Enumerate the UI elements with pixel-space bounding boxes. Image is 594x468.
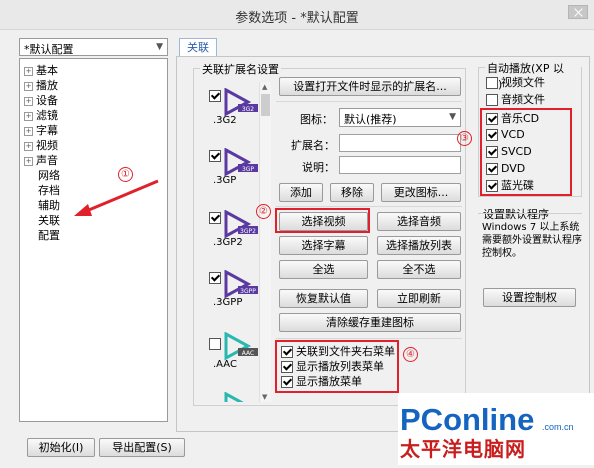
svg-text:3GP2: 3GP2 — [240, 228, 256, 235]
scroll-thumb[interactable] — [261, 94, 270, 116]
media-file-icon — [224, 392, 244, 402]
refresh-now-button[interactable]: 立即刷新 — [377, 289, 461, 308]
chevron-down-icon: ▼ — [156, 42, 163, 52]
default-program-label: 设置默认程序 — [483, 208, 549, 221]
tree-item-audio[interactable]: + 声音 — [24, 153, 58, 168]
divider — [276, 338, 462, 339]
add-button[interactable]: 添加 — [279, 183, 323, 202]
expand-icon[interactable]: + — [24, 66, 33, 76]
expand-icon[interactable]: + — [24, 126, 33, 136]
tree-item-filter[interactable]: + 滤镜 — [24, 108, 58, 123]
close-button[interactable] — [568, 5, 588, 19]
tree-item-archive[interactable]: 存档 — [38, 183, 60, 198]
icon-select-value: 默认(推荐) — [344, 113, 397, 126]
svg-text:PConline: PConline — [400, 402, 534, 437]
autoplay-audio-files[interactable]: 音频文件 — [486, 93, 545, 107]
divider — [276, 206, 462, 207]
export-config-button[interactable]: 导出配置(S) — [99, 438, 185, 457]
profile-select-value: *默认配置 — [24, 43, 74, 56]
extension-name: .3GP2 — [213, 237, 243, 248]
restore-default-button[interactable]: 恢复默认值 — [279, 289, 368, 308]
tree-item-device[interactable]: + 设备 — [24, 93, 58, 108]
expand-icon[interactable]: + — [24, 81, 33, 91]
initialize-button[interactable]: 初始化(I) — [27, 438, 95, 457]
set-control-button[interactable]: 设置控制权 — [483, 288, 576, 307]
highlight-box-2 — [275, 208, 370, 233]
tree-item-basic[interactable]: + 基本 — [24, 63, 58, 78]
expand-icon[interactable]: + — [24, 96, 33, 106]
svg-text:.com.cn: .com.cn — [542, 422, 574, 432]
svg-text:AAC: AAC — [242, 350, 254, 357]
tree-item-subtitle[interactable]: + 字幕 — [24, 123, 58, 138]
window-title: 参数选项 - *默认配置 — [235, 11, 359, 26]
chevron-down-icon: ▼ — [449, 112, 456, 122]
desc-label: 说明： — [302, 161, 335, 174]
ext-input[interactable] — [339, 134, 461, 152]
autoplay-checkbox[interactable] — [486, 77, 498, 89]
expand-icon[interactable]: + — [24, 141, 33, 151]
change-icon-button[interactable]: 更改图标... — [381, 183, 461, 202]
tree-item-association[interactable]: 关联 — [38, 213, 60, 228]
expand-icon[interactable]: + — [24, 156, 33, 166]
annotation-2: ② — [256, 204, 271, 219]
pconline-logo: PConline .com.cn 太平洋电脑网 — [400, 402, 574, 461]
divider — [478, 213, 582, 214]
icon-select[interactable]: 默认(推荐) ▼ — [339, 108, 461, 127]
select-none-button[interactable]: 全不选 — [377, 260, 461, 279]
annotation-arrow — [74, 179, 159, 216]
select-playlist-button[interactable]: 选择播放列表 — [377, 236, 461, 255]
tree-item-playback[interactable]: + 播放 — [24, 78, 58, 93]
highlight-box-4 — [275, 340, 399, 393]
svg-text:3G2: 3G2 — [242, 106, 254, 113]
tab-association[interactable]: 关联 — [179, 38, 217, 56]
select-audio-button[interactable]: 选择音频 — [377, 212, 461, 231]
extension-name: .3GPP — [213, 297, 243, 308]
annotation-4: ④ — [403, 347, 418, 362]
extension-name: .AAC — [213, 359, 237, 370]
scroll-up-icon[interactable]: ▲ — [262, 83, 267, 91]
desc-input[interactable] — [339, 156, 461, 174]
category-tree[interactable]: + 基本 + 播放 + 设备 + 滤镜 + 字幕 + 视频 + 声音 网络 存档 辅助 关联 … — [19, 58, 168, 422]
annotation-3: ③ — [457, 131, 472, 146]
select-subtitle-button[interactable]: 选择字幕 — [279, 236, 368, 255]
clear-icon-cache-button[interactable]: 清除缓存重建图标 — [279, 313, 461, 332]
tree-item-assist[interactable]: 辅助 — [38, 198, 60, 213]
highlight-box-3 — [480, 108, 572, 196]
svg-text:太平洋电脑网: 太平洋电脑网 — [400, 437, 526, 461]
autoplay-checkbox[interactable] — [486, 94, 498, 106]
autoplay-video-files[interactable]: 视频文件 — [486, 76, 545, 90]
tree-item-video[interactable]: + 视频 — [24, 138, 58, 153]
extension-name: .3G2 — [213, 115, 237, 126]
brand-watermark: PConline .com.cn 太平洋电脑网 — [398, 393, 594, 465]
ext-label: 扩展名： — [291, 139, 335, 152]
profile-select[interactable]: *默认配置 ▼ — [19, 38, 168, 56]
expand-icon[interactable]: + — [24, 111, 33, 121]
svg-text:3GPP: 3GPP — [240, 288, 256, 295]
set-display-ext-button[interactable]: 设置打开文件时显示的扩展名... — [279, 77, 461, 96]
divider — [276, 101, 462, 102]
tree-item-config[interactable]: 配置 — [38, 228, 60, 243]
extension-name: .3GP — [213, 175, 237, 186]
default-program-note: Windows 7 以上系统需要额外设置默认程序控制权。 — [482, 222, 582, 259]
icon-label: 图标： — [300, 113, 333, 126]
remove-button[interactable]: 移除 — [330, 183, 374, 202]
svg-text:3GP: 3GP — [242, 166, 254, 173]
extension-group-label: 关联扩展名设置 — [200, 61, 281, 77]
extension-list-scrollbar[interactable]: ▲ ▼ — [259, 82, 271, 402]
select-all-button[interactable]: 全选 — [279, 260, 368, 279]
scroll-down-icon[interactable]: ▼ — [262, 393, 267, 401]
tree-item-network[interactable]: 网络 — [38, 168, 60, 183]
